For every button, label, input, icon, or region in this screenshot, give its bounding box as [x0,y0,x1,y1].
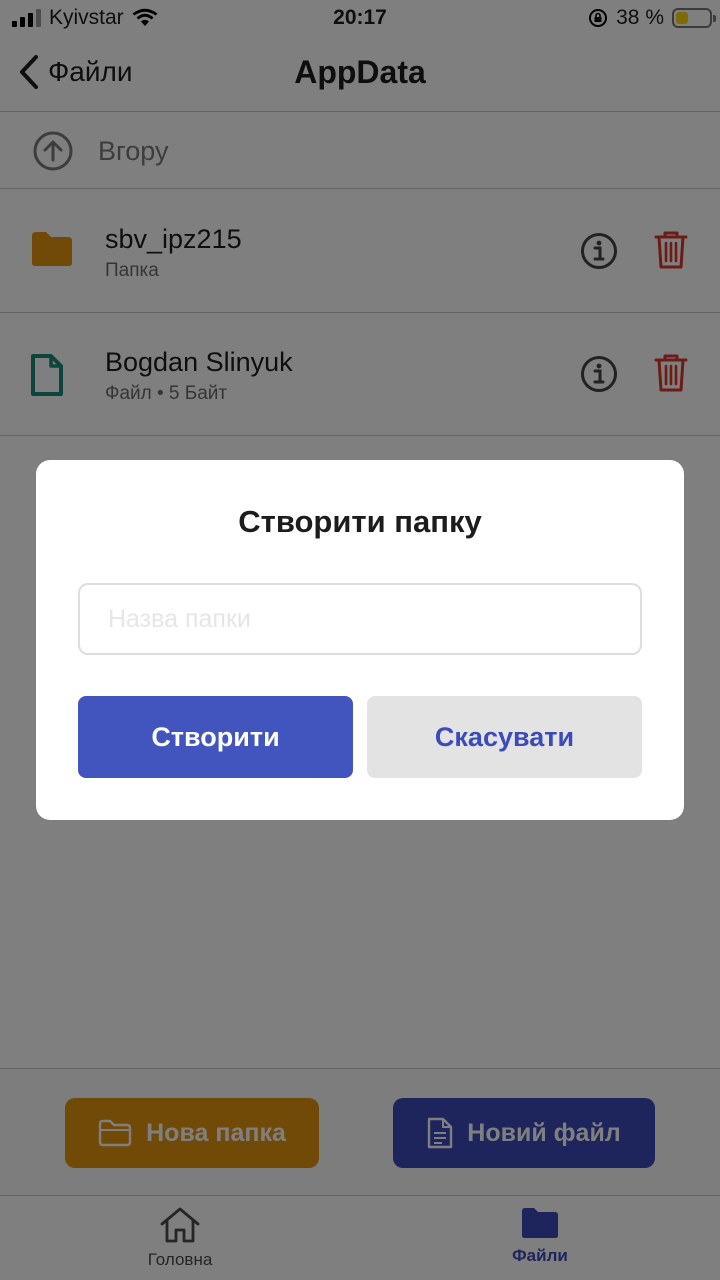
create-folder-dialog: Створити папку Створити Скасувати [36,460,684,820]
dialog-title: Створити папку [238,504,482,539]
cancel-button[interactable]: Скасувати [367,696,642,778]
folder-name-input[interactable] [78,583,642,655]
create-button[interactable]: Створити [78,696,353,778]
